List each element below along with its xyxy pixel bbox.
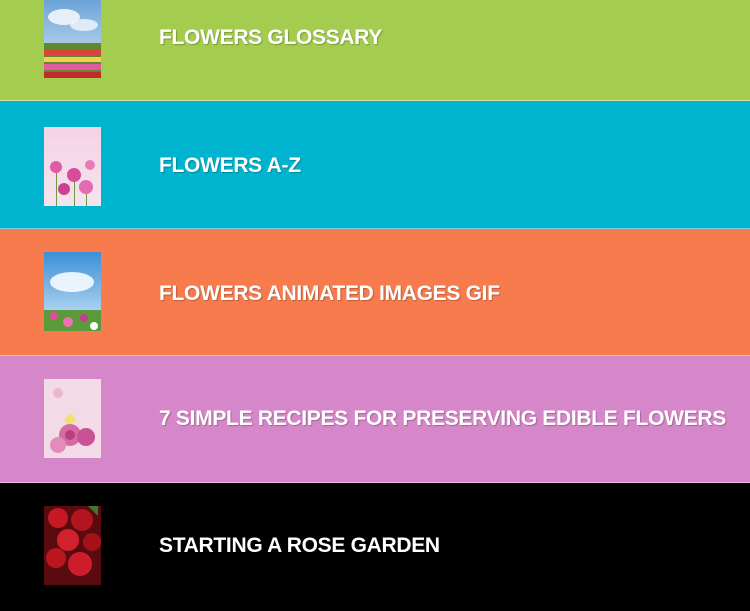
menu-item-label: FLOWERS ANIMATED IMAGES GIF (159, 282, 500, 305)
pink-roses-butterfly-thumbnail (44, 379, 101, 458)
red-roses-thumbnail (44, 506, 101, 585)
menu-item-flowers-animated-images-gif[interactable]: FLOWERS ANIMATED IMAGES GIF (0, 229, 750, 356)
sky-and-wildflowers-thumbnail (44, 252, 101, 331)
menu-item-label: FLOWERS A-Z (159, 154, 301, 177)
menu-item-preserving-edible-flowers[interactable]: 7 SIMPLE RECIPES FOR PRESERVING EDIBLE F… (0, 356, 750, 483)
menu-item-label: FLOWERS GLOSSARY (159, 26, 383, 49)
pink-cosmos-thumbnail (44, 127, 101, 206)
field-of-tulips-thumbnail (44, 0, 101, 78)
menu-item-flowers-a-z[interactable]: FLOWERS A-Z (0, 101, 750, 229)
menu-item-label: STARTING A ROSE GARDEN (159, 534, 440, 557)
menu-item-flowers-glossary[interactable]: FLOWERS GLOSSARY (0, 0, 750, 101)
flowers-menu-list: FLOWERS GLOSSARY FLOWERS A-Z FLOWERS ANI… (0, 0, 750, 611)
menu-item-label: 7 SIMPLE RECIPES FOR PRESERVING EDIBLE F… (159, 407, 726, 430)
menu-item-starting-a-rose-garden[interactable]: STARTING A ROSE GARDEN (0, 483, 750, 611)
